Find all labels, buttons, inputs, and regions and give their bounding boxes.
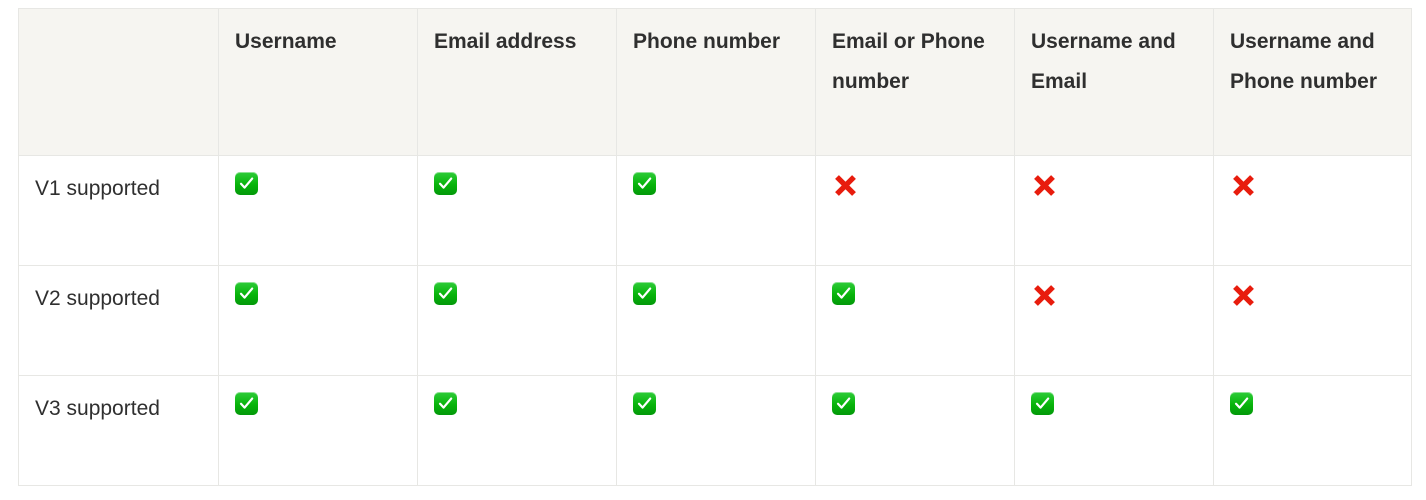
check-mark-button-icon [434, 172, 457, 195]
table-body: V1 supported V2 supported V3 supported [18, 155, 1412, 486]
check-mark-button-icon [235, 392, 258, 415]
support-cell [616, 155, 816, 266]
column-header-username-and-phone-number: Username and Phone number [1213, 8, 1412, 156]
row-label-3: V3 supported [18, 375, 219, 486]
cross-mark-icon [1230, 172, 1257, 199]
support-cell [616, 265, 816, 376]
username-support-matrix-table: Username Email address Phone number Emai… [18, 8, 1412, 486]
table-row: V3 supported [18, 375, 1412, 486]
check-mark-button-icon [633, 172, 656, 195]
support-cell [1014, 265, 1214, 376]
support-cell [1213, 155, 1412, 266]
check-mark-button-icon [434, 282, 457, 305]
support-matrix-container: Username Email address Phone number Emai… [18, 8, 1412, 486]
corner-header-cell [18, 8, 219, 156]
cross-mark-icon [1230, 282, 1257, 309]
table-header: Username Email address Phone number Emai… [18, 8, 1412, 156]
check-mark-button-icon [235, 172, 258, 195]
cross-mark-icon [1031, 282, 1058, 309]
check-mark-button-icon [235, 282, 258, 305]
check-mark-button-icon [832, 282, 855, 305]
check-mark-button-icon [1031, 392, 1054, 415]
support-cell [815, 265, 1015, 376]
support-cell [815, 375, 1015, 486]
cross-mark-icon [1031, 172, 1058, 199]
support-cell [616, 375, 816, 486]
support-cell [417, 155, 617, 266]
check-mark-button-icon [633, 282, 656, 305]
row-label-1: V1 supported [18, 155, 219, 266]
check-mark-button-icon [1230, 392, 1253, 415]
support-cell [417, 375, 617, 486]
support-cell [1213, 265, 1412, 376]
check-mark-button-icon [434, 392, 457, 415]
row-label-2: V2 supported [18, 265, 219, 376]
support-cell [218, 155, 418, 266]
table-row: V2 supported [18, 265, 1412, 376]
support-cell [1213, 375, 1412, 486]
support-cell [218, 265, 418, 376]
support-cell [1014, 155, 1214, 266]
column-header-email-or-phone-number: Email or Phone number [815, 8, 1015, 156]
support-cell [1014, 375, 1214, 486]
support-cell [417, 265, 617, 376]
support-cell [218, 375, 418, 486]
header-row: Username Email address Phone number Emai… [18, 8, 1412, 156]
check-mark-button-icon [832, 392, 855, 415]
column-header-email-address: Email address [417, 8, 617, 156]
support-cell [815, 155, 1015, 266]
cross-mark-icon [832, 172, 859, 199]
table-row: V1 supported [18, 155, 1412, 266]
column-header-username: Username [218, 8, 418, 156]
check-mark-button-icon [633, 392, 656, 415]
column-header-phone-number: Phone number [616, 8, 816, 156]
column-header-username-and-email: Username and Email [1014, 8, 1214, 156]
